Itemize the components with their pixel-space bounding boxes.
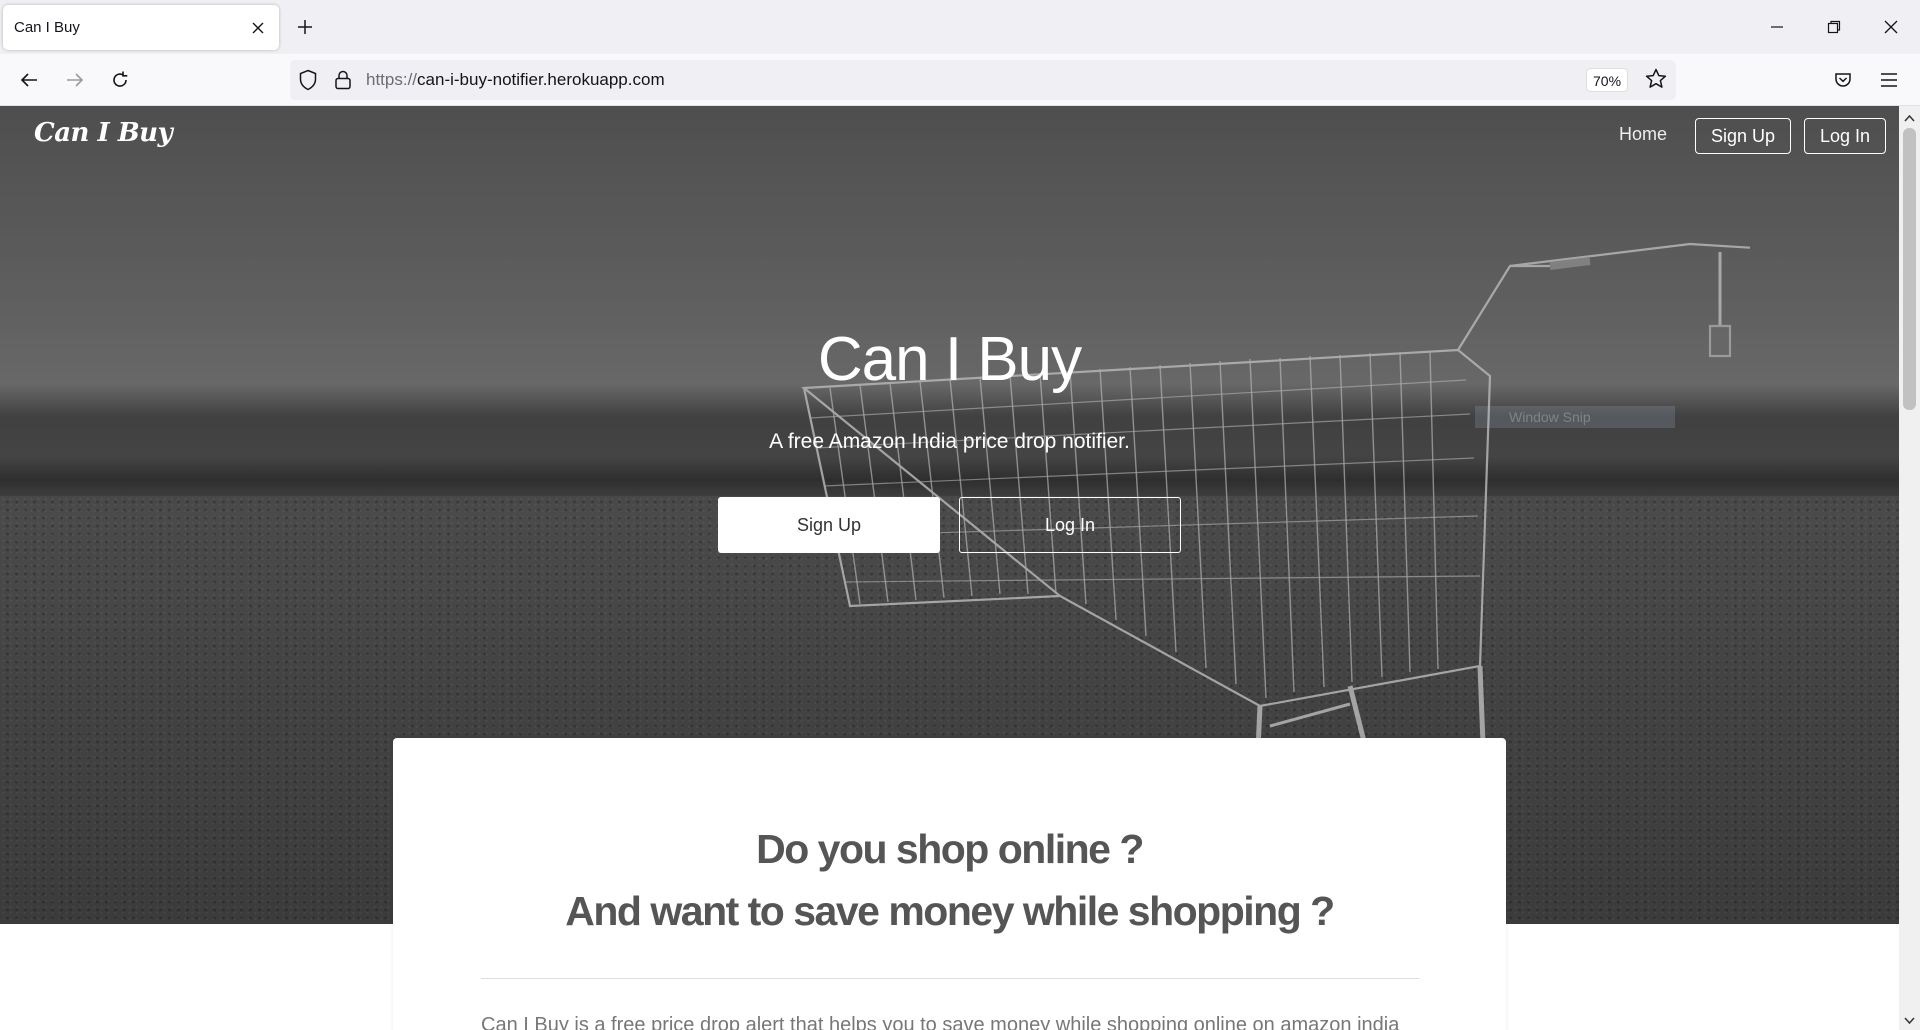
nav-login-button[interactable]: Log In (1804, 118, 1886, 154)
url-text[interactable]: https://can-i-buy-notifier.herokuapp.com (366, 70, 665, 90)
brand-logo[interactable]: Can I Buy (34, 118, 173, 148)
tab-close-icon[interactable] (247, 17, 269, 39)
hero-login-button[interactable]: Log In (959, 497, 1181, 553)
window-snip-overlay: Window Snip (1475, 406, 1675, 428)
url-host: can-i-buy-notifier.herokuapp.com (417, 70, 665, 89)
minimize-icon[interactable] (1760, 10, 1794, 44)
browser-toolbar: https://can-i-buy-notifier.herokuapp.com… (0, 54, 1920, 106)
pocket-icon[interactable] (1826, 63, 1860, 97)
scrollbar-thumb[interactable] (1903, 128, 1916, 410)
scroll-up-icon[interactable] (1904, 109, 1915, 127)
tab-bar: Can I Buy (0, 0, 1920, 54)
lock-icon[interactable] (334, 69, 352, 96)
tracking-shield-icon[interactable] (298, 69, 318, 96)
bookmark-star-icon[interactable] (1644, 67, 1668, 96)
card-question-1: Do you shop online ? (756, 826, 1144, 872)
menu-icon[interactable] (1872, 63, 1906, 97)
nav-signup-button[interactable]: Sign Up (1695, 118, 1791, 154)
scroll-down-icon[interactable] (1904, 1012, 1915, 1030)
forward-icon[interactable] (58, 63, 92, 97)
intro-card: Do you shop online ? And want to save mo… (393, 738, 1506, 1030)
card-question-2: And want to save money while shopping ? (565, 888, 1335, 934)
hero-signup-button[interactable]: Sign Up (718, 497, 940, 553)
hero-subtitle: A free Amazon India price drop notifier. (769, 430, 1130, 453)
address-bar[interactable]: https://can-i-buy-notifier.herokuapp.com… (290, 60, 1676, 100)
reload-icon[interactable] (103, 63, 137, 97)
page-scrollbar[interactable] (1899, 106, 1920, 1030)
browser-tab[interactable]: Can I Buy (3, 5, 279, 50)
zoom-level-badge[interactable]: 70% (1586, 68, 1629, 92)
hero-title: Can I Buy (817, 325, 1082, 394)
page-viewport: Can I Buy Home Sign Up Log In Can I Buy … (0, 106, 1920, 1030)
card-divider (481, 978, 1419, 979)
restore-icon[interactable] (1817, 10, 1851, 44)
url-protocol: https:// (366, 70, 418, 89)
nav-home-link[interactable]: Home (1619, 124, 1667, 145)
back-icon[interactable] (12, 63, 46, 97)
close-window-icon[interactable] (1874, 10, 1908, 44)
new-tab-icon[interactable] (291, 13, 319, 41)
tab-title: Can I Buy (14, 19, 80, 36)
card-body-text: Can I Buy is a free price drop alert tha… (481, 1014, 1400, 1030)
